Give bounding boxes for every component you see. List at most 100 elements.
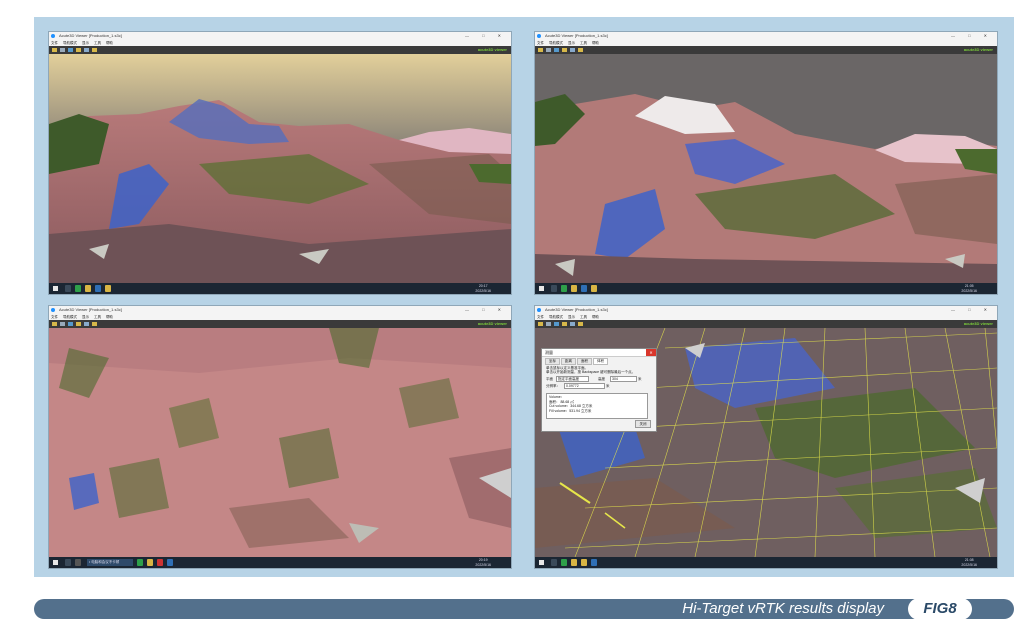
- orbit-icon[interactable]: [68, 48, 73, 52]
- folder-icon[interactable]: [571, 559, 577, 566]
- toolbar: acute3D viewer: [535, 320, 997, 328]
- home-icon[interactable]: [546, 322, 551, 326]
- menu-file[interactable]: 文件: [537, 315, 544, 319]
- light-icon[interactable]: [76, 48, 81, 52]
- menu-tools[interactable]: 工具: [580, 41, 587, 45]
- menu-file[interactable]: 文件: [51, 41, 58, 45]
- menu-tools[interactable]: 工具: [580, 315, 587, 319]
- taskbar-clock[interactable]: 21:05 2022/5/16: [961, 284, 977, 293]
- light-icon[interactable]: [562, 48, 567, 52]
- measure-icon[interactable]: [84, 322, 89, 326]
- result-line: Fill volume：531.94 立方米: [549, 408, 592, 413]
- tab-volume[interactable]: 体积: [593, 358, 608, 365]
- taskbar-clock[interactable]: 20:17 2022/5/16: [475, 284, 491, 293]
- height-unit: 米: [638, 377, 642, 381]
- 3d-viewport[interactable]: [49, 54, 511, 283]
- menu-display[interactable]: 显示: [568, 41, 575, 45]
- taskbar-window-label[interactable]: • 电脑和会议不卡顿: [87, 559, 133, 566]
- terrain-overview-render: [49, 54, 511, 283]
- ruler-icon[interactable]: [578, 48, 583, 52]
- plane-select[interactable]: 指定平面高度: [556, 376, 589, 382]
- viewer-app-icon[interactable]: [581, 285, 587, 292]
- menu-navigation[interactable]: 导航模式: [549, 41, 563, 45]
- search-icon[interactable]: [65, 285, 71, 292]
- viewer-app-icon[interactable]: [591, 559, 597, 566]
- orbit-icon[interactable]: [68, 322, 73, 326]
- tab-area[interactable]: 面积: [577, 358, 592, 365]
- menu-navigation[interactable]: 导航模式: [63, 315, 77, 319]
- windows-start-icon[interactable]: [539, 560, 544, 565]
- menu-display[interactable]: 显示: [568, 315, 575, 319]
- windows-start-icon[interactable]: [53, 560, 58, 565]
- window-controls[interactable]: — □ ✕: [465, 306, 507, 314]
- close-button[interactable]: 关闭: [635, 420, 651, 428]
- menu-help[interactable]: 帮助: [106, 315, 113, 319]
- light-icon[interactable]: [76, 322, 81, 326]
- open-icon[interactable]: [538, 48, 543, 52]
- orbit-icon[interactable]: [554, 322, 559, 326]
- height-input[interactable]: 304: [610, 376, 637, 382]
- viewer-app-icon[interactable]: [95, 285, 101, 292]
- viewer-app-icon[interactable]: [167, 559, 173, 566]
- open-icon[interactable]: [52, 48, 57, 52]
- light-icon[interactable]: [562, 322, 567, 326]
- folder-icon[interactable]: [571, 285, 577, 292]
- menu-tools[interactable]: 工具: [94, 315, 101, 319]
- home-icon[interactable]: [546, 48, 551, 52]
- menu-navigation[interactable]: 导航模式: [549, 315, 563, 319]
- 3d-viewport[interactable]: [535, 54, 997, 283]
- tab-coordinate[interactable]: 坐标: [545, 358, 560, 365]
- menu-help[interactable]: 帮助: [592, 315, 599, 319]
- window-controls[interactable]: — □ ✕: [951, 306, 993, 314]
- taskbar-clock[interactable]: 20:19 2022/5/16: [475, 558, 491, 567]
- menu-navigation[interactable]: 导航模式: [63, 41, 77, 45]
- open-icon[interactable]: [52, 322, 57, 326]
- measure-icon[interactable]: [84, 48, 89, 52]
- 3d-viewport[interactable]: 测量 ✕ 坐标 距离 面积 体积 单击鼠标以定义基准平面。 单击以开始新测量，按 Ba…: [535, 327, 997, 558]
- taskbar-clock[interactable]: 21:08 2022/5/16: [961, 558, 977, 567]
- clock-date: 2022/5/16: [475, 288, 491, 293]
- 3d-viewport[interactable]: [49, 328, 511, 557]
- measure-icon[interactable]: [570, 322, 575, 326]
- orbit-icon[interactable]: [554, 48, 559, 52]
- ruler-icon[interactable]: [92, 48, 97, 52]
- window-controls[interactable]: — □ ✕: [465, 32, 507, 40]
- windows-start-icon[interactable]: [539, 286, 544, 291]
- menu-file[interactable]: 文件: [537, 41, 544, 45]
- explorer-icon[interactable]: [591, 285, 597, 292]
- tab-distance[interactable]: 距离: [561, 358, 576, 365]
- clock-date: 2022/5/16: [475, 562, 491, 567]
- search-icon[interactable]: [65, 559, 71, 566]
- resolution-input[interactable]: 0.09772: [564, 383, 605, 389]
- wechat-icon[interactable]: [561, 285, 567, 292]
- wechat-icon[interactable]: [75, 285, 81, 292]
- menu-display[interactable]: 显示: [82, 41, 89, 45]
- brand-logo: acute3D viewer: [477, 321, 507, 326]
- menu-tools[interactable]: 工具: [94, 41, 101, 45]
- menu-file[interactable]: 文件: [51, 315, 58, 319]
- menu-display[interactable]: 显示: [82, 315, 89, 319]
- wechat-icon[interactable]: [137, 559, 143, 566]
- search-icon[interactable]: [551, 285, 557, 292]
- resolution-label: 分辨率：: [546, 384, 560, 388]
- windows-start-icon[interactable]: [53, 286, 58, 291]
- measure-icon[interactable]: [570, 48, 575, 52]
- folder-icon[interactable]: [147, 559, 153, 566]
- home-icon[interactable]: [60, 322, 65, 326]
- wechat-icon[interactable]: [561, 559, 567, 566]
- explorer-icon[interactable]: [105, 285, 111, 292]
- explorer-icon[interactable]: [581, 559, 587, 566]
- ruler-icon[interactable]: [92, 322, 97, 326]
- menu-help[interactable]: 帮助: [592, 41, 599, 45]
- clock-date: 2022/5/16: [961, 562, 977, 567]
- search-icon[interactable]: [551, 559, 557, 566]
- task-view-icon[interactable]: [75, 559, 81, 566]
- media-icon[interactable]: [157, 559, 163, 566]
- open-icon[interactable]: [538, 322, 543, 326]
- home-icon[interactable]: [60, 48, 65, 52]
- close-icon[interactable]: ✕: [646, 349, 656, 356]
- menu-help[interactable]: 帮助: [106, 41, 113, 45]
- ruler-icon[interactable]: [578, 322, 583, 326]
- folder-icon[interactable]: [85, 285, 91, 292]
- window-controls[interactable]: — □ ✕: [951, 32, 993, 40]
